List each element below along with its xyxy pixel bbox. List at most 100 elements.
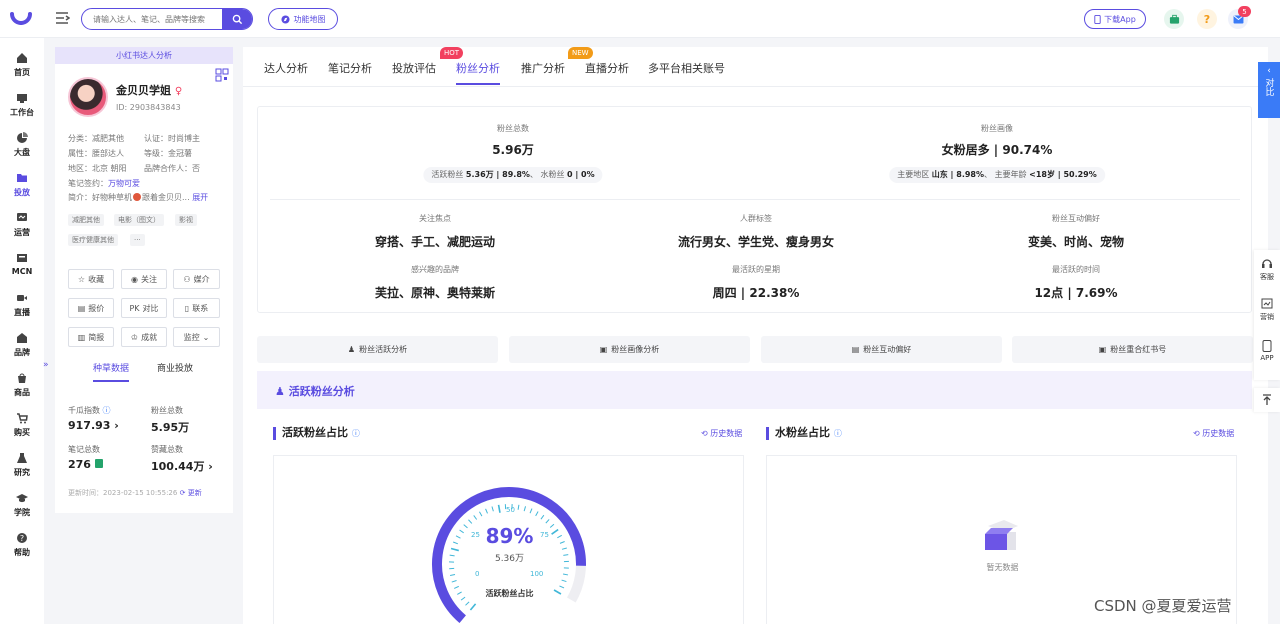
back-to-top-button[interactable]: [1254, 388, 1280, 412]
chevron-down-icon: ⌄: [202, 332, 210, 342]
rail-label: 营销: [1260, 313, 1274, 321]
tab-live-analysis[interactable]: 直播分析: [585, 60, 629, 76]
tag: 医疗健康其他: [68, 234, 118, 246]
feature-map-button[interactable]: 功能地图: [268, 8, 338, 30]
avatar[interactable]: [68, 77, 108, 117]
profile-name-row: 金贝贝学姐 ♀: [116, 82, 182, 98]
feature-map-label: 功能地图: [293, 14, 326, 24]
gauge-tick: [561, 547, 567, 550]
tab-commercial[interactable]: 商业投放: [157, 361, 193, 374]
compare-side-tab[interactable]: ‹ 对比: [1258, 62, 1280, 118]
intro-text: 跟着金贝贝...: [142, 193, 190, 202]
tab-note-analysis[interactable]: 笔记分析: [328, 60, 372, 76]
quote-button[interactable]: ▤ 报价: [68, 298, 114, 318]
shop-button[interactable]: [1164, 9, 1184, 29]
search-button[interactable]: [222, 9, 252, 29]
video-icon: [17, 295, 27, 301]
notes-total-value: 276: [68, 458, 103, 471]
chevron-right-icon[interactable]: ›: [208, 460, 213, 473]
tab-seeding-data[interactable]: 种草数据: [93, 361, 130, 382]
refresh-button[interactable]: ⟳ 更新: [180, 489, 202, 497]
nav-item-live[interactable]: 直播: [0, 290, 44, 326]
crowd-value: 流行男女、学生党、瘦身男女: [677, 235, 835, 249]
nav-item-research[interactable]: 研究: [0, 450, 44, 486]
intro-expand-link[interactable]: 展开: [192, 193, 208, 202]
help-icon: ?: [17, 533, 27, 543]
chat-icon: ▤: [851, 345, 860, 354]
profile-contract: 笔记签约：万物可爱: [68, 178, 140, 189]
fans-interaction-button[interactable]: ▤ 粉丝互动偏好: [761, 336, 1002, 363]
tab-influencer-analysis[interactable]: 达人分析: [264, 60, 308, 76]
gauge-tick: [468, 519, 473, 524]
tab-fans-analysis[interactable]: 粉丝分析: [456, 60, 500, 85]
deal-label: 成就: [141, 332, 158, 342]
info-icon[interactable]: ⓘ: [352, 429, 360, 438]
nav-label: MCN: [11, 267, 33, 276]
collect-button[interactable]: ☆ 收藏: [68, 269, 114, 289]
tab-multi-platform[interactable]: 多平台相关账号: [648, 60, 725, 76]
report-icon: ▥: [77, 332, 86, 342]
nav-item-workbench[interactable]: 工作台: [0, 90, 44, 126]
chart-icon: [1261, 298, 1273, 309]
main-region-value: 山东 | 8.98%: [931, 170, 985, 179]
phone-icon: ▯: [184, 303, 190, 313]
chevron-right-icon[interactable]: ›: [114, 419, 119, 432]
nav-item-home[interactable]: 首页: [0, 50, 44, 86]
search-icon: [232, 14, 242, 24]
info-icon[interactable]: ⓘ: [103, 406, 111, 415]
app-button[interactable]: APP: [1254, 340, 1280, 362]
fans-overlap-button[interactable]: ▣ 粉丝重合红书号: [1012, 336, 1253, 363]
gauge-tick: [485, 508, 488, 514]
history-data-link[interactable]: ⟲ 历史数据: [1193, 428, 1234, 439]
fans-active-analysis-button[interactable]: ♟ 粉丝活跃分析: [257, 336, 498, 363]
notes-export-icon[interactable]: [94, 459, 103, 468]
profile-category: 分类：减肥其他: [68, 134, 124, 143]
likes-total-label: 赞藏总数: [151, 445, 183, 454]
media-button[interactable]: ⚇ 媒介: [173, 269, 220, 289]
nav-item-dashboard[interactable]: 大盘: [0, 130, 44, 166]
tab-promotion-analysis[interactable]: 推广分析: [521, 60, 565, 76]
tab-delivery-evaluation[interactable]: 投放评估: [392, 60, 436, 76]
nav-item-academy[interactable]: 学院: [0, 490, 44, 526]
follow-label: 关注: [140, 274, 157, 284]
qr-code-icon[interactable]: [215, 68, 229, 82]
fans-portrait-analysis-button[interactable]: ▣ 粉丝画像分析: [509, 336, 750, 363]
qiangua-index-text: 千瓜指数: [68, 406, 100, 415]
rail-label: 客服: [1260, 273, 1274, 281]
fans-portrait-value: 女粉居多 | 90.74%: [941, 143, 1053, 157]
search-input[interactable]: [82, 9, 222, 29]
nav-expand-button[interactable]: »: [43, 360, 51, 370]
mcn-icon: [17, 254, 27, 262]
nav-item-purchase[interactable]: 购买: [0, 410, 44, 446]
nav-item-help[interactable]: ? 帮助: [0, 530, 44, 566]
nav-item-brand[interactable]: 品牌: [0, 330, 44, 366]
nav-item-delivery[interactable]: 投放: [0, 170, 44, 206]
follow-button[interactable]: ◉ 关注: [121, 269, 167, 289]
logo-icon[interactable]: [8, 6, 34, 32]
deal-button[interactable]: ♔ 成就: [121, 327, 167, 347]
compare-button[interactable]: PK 对比: [121, 298, 167, 318]
section-button-label: 粉丝互动偏好: [863, 345, 912, 354]
nav-item-goods[interactable]: 商品: [0, 370, 44, 406]
water-fans-value: 0 | 0%: [566, 170, 595, 179]
contact-button[interactable]: ▯ 联系: [173, 298, 220, 318]
nav-item-operations[interactable]: 运营: [0, 210, 44, 246]
brief-button[interactable]: ▥ 简报: [68, 327, 114, 347]
help-button[interactable]: ?: [1197, 9, 1217, 29]
marketing-button[interactable]: 营销: [1254, 298, 1280, 322]
tag-more[interactable]: ···: [130, 234, 145, 246]
nav-item-mcn[interactable]: MCN: [0, 250, 44, 286]
qiangua-index-value: 917.93 ›: [68, 419, 119, 432]
rail-label: APP: [1260, 354, 1274, 362]
customer-service-button[interactable]: 客服: [1254, 258, 1280, 282]
gauge-tick-label: 0: [475, 570, 480, 578]
menu-toggle-icon[interactable]: [54, 10, 70, 26]
download-app-button[interactable]: 下载App: [1084, 9, 1146, 29]
active-time-label: 最活跃的时间: [1052, 265, 1100, 274]
contract-link[interactable]: 万物可爱: [108, 179, 140, 188]
qiangua-index-number: 917.93: [68, 419, 111, 432]
history-data-link[interactable]: ⟲ 历史数据: [701, 428, 742, 439]
info-icon[interactable]: ⓘ: [834, 429, 842, 438]
monitor-dropdown[interactable]: 监控 ⌄: [173, 327, 220, 347]
gauge-tick: [479, 511, 483, 517]
